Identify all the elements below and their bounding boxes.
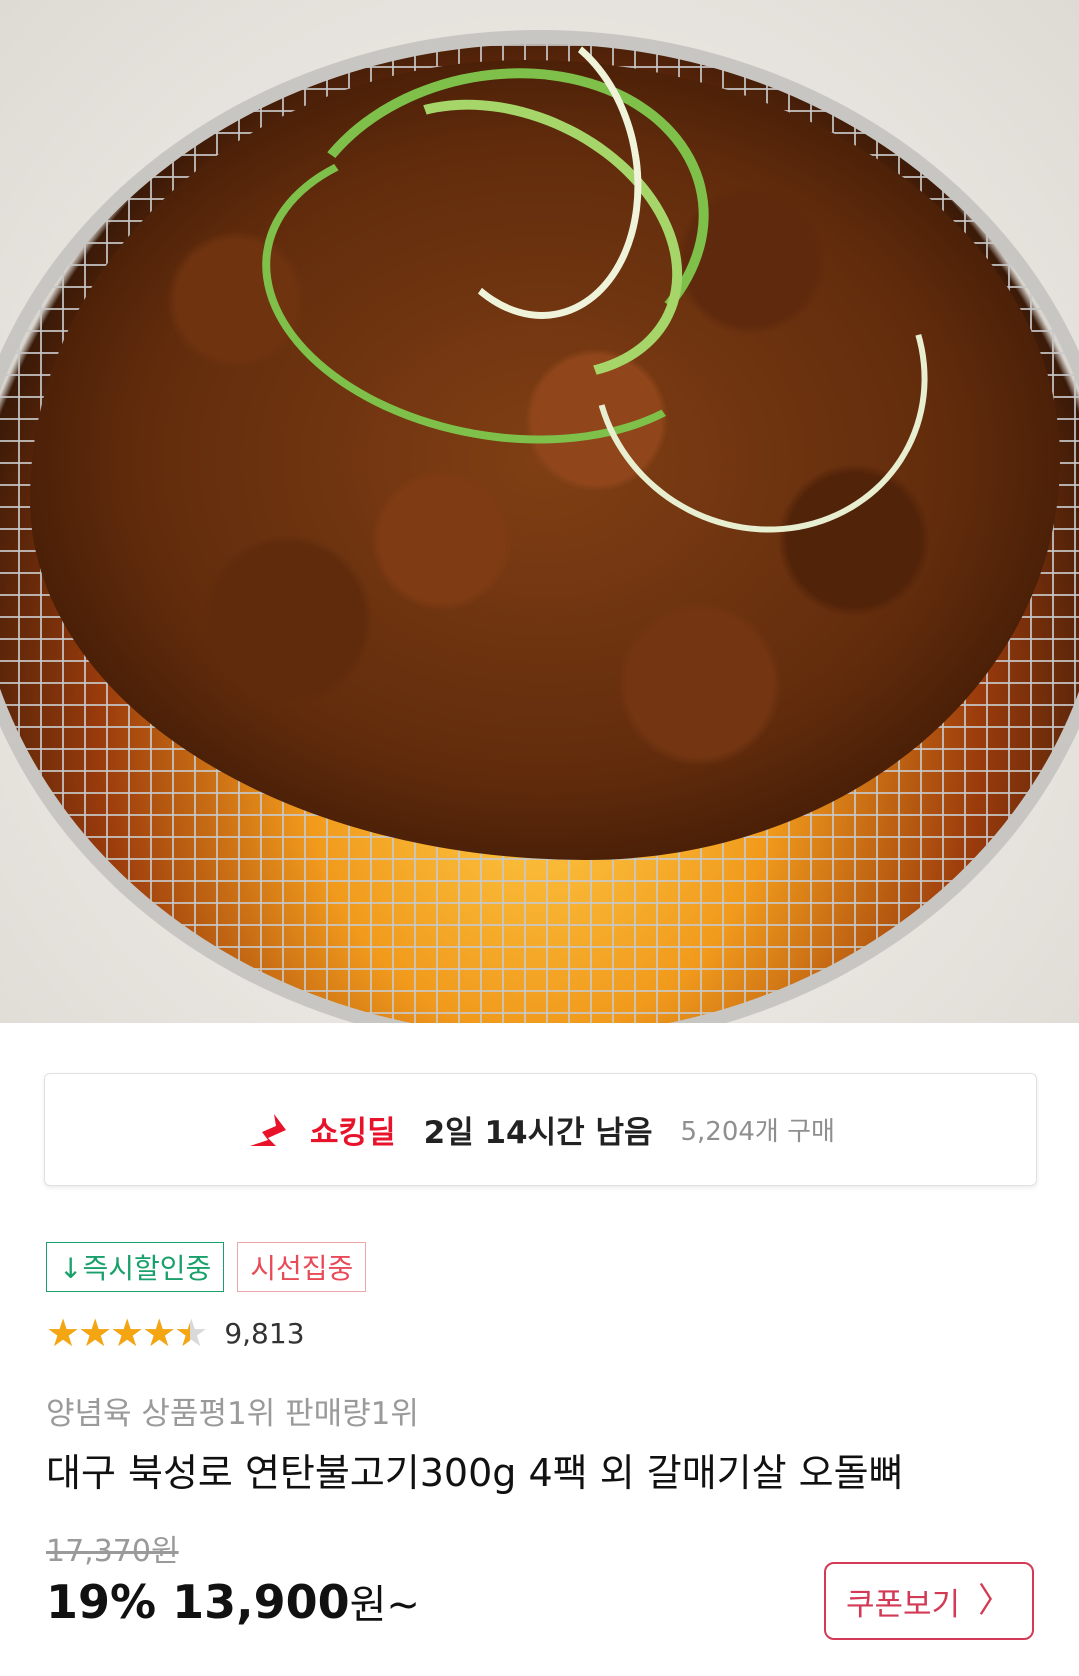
spotlight-badge: 시선집중 bbox=[237, 1242, 367, 1292]
chevron-right-icon: 〉 bbox=[978, 1581, 1013, 1621]
star-rating-icon: ★★★★★ ★★★★★ bbox=[46, 1313, 208, 1353]
deal-label: 쇼킹딜 bbox=[310, 1115, 396, 1151]
rating-row[interactable]: ★★★★★ ★★★★★ 9,813 bbox=[46, 1313, 305, 1353]
view-coupon-button[interactable]: 쿠폰보기 〉 bbox=[824, 1562, 1034, 1640]
sale-price: 19% 13,900 원~ bbox=[46, 1572, 420, 1630]
product-subtitle: 양념육 상품평1위 판매량1위 bbox=[46, 1396, 419, 1432]
lightning-icon bbox=[246, 1110, 292, 1150]
badge-row: ↓즉시할인중 시선집중 bbox=[46, 1242, 367, 1292]
review-count: 9,813 bbox=[224, 1316, 305, 1350]
stars-filled: ★★★★★ bbox=[46, 1313, 190, 1353]
product-title: 대구 북성로 연탄불고기300g 4팩 외 갈매기살 오돌뼈 bbox=[46, 1451, 904, 1495]
deal-purchase-count: 5,204개 구매 bbox=[680, 1117, 835, 1147]
price-value: 13,900 bbox=[172, 1575, 350, 1629]
instant-discount-badge: ↓즉시할인중 bbox=[46, 1242, 225, 1292]
product-image[interactable] bbox=[0, 0, 1079, 1023]
deal-time-left: 2일 14시간 남음 bbox=[423, 1115, 653, 1151]
shocking-deal-banner[interactable]: 쇼킹딜 2일 14시간 남음 5,204개 구매 bbox=[44, 1073, 1037, 1186]
discount-rate: 19% bbox=[46, 1575, 157, 1629]
price-suffix: 원~ bbox=[349, 1582, 420, 1628]
coupon-label: 쿠폰보기 bbox=[845, 1586, 961, 1623]
original-price: 17,370원 bbox=[46, 1534, 179, 1569]
